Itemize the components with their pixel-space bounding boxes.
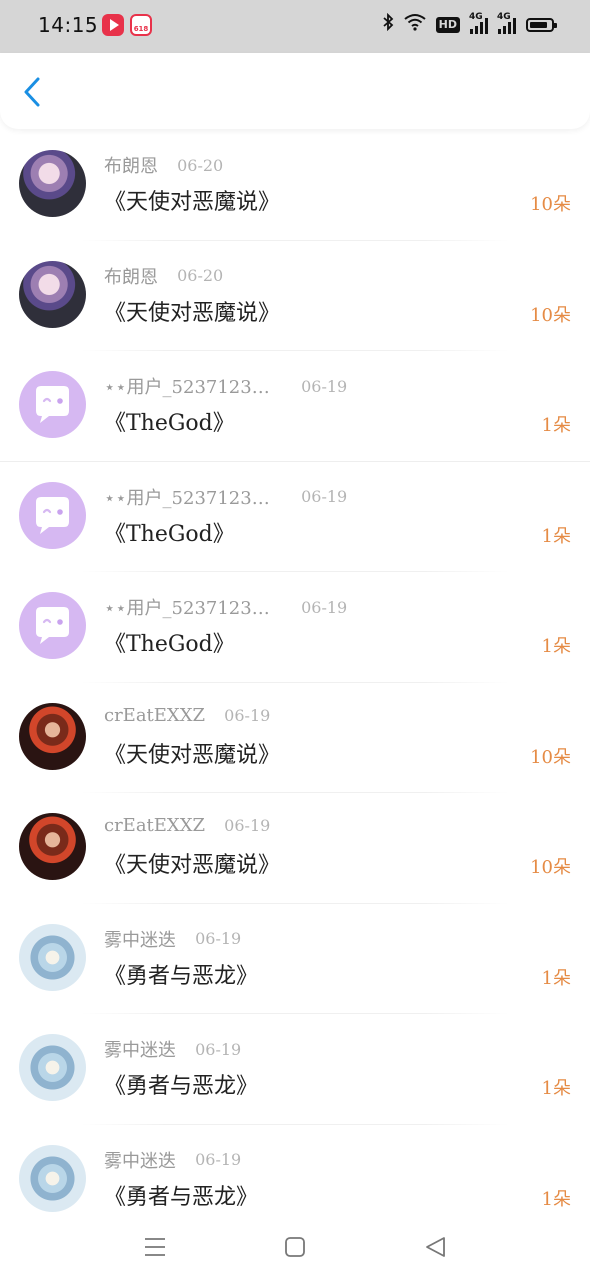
user-avatar[interactable] <box>19 260 86 328</box>
gift-record-row[interactable]: 雾中迷迭 06-19 《勇者与恶龙》 1朵 <box>0 904 590 1014</box>
home-button[interactable] <box>280 1232 310 1262</box>
flower-count: 1朵 <box>541 636 571 657</box>
user-name: ⋆⋆用户_5237123… <box>104 377 270 398</box>
gift-record-row[interactable]: 布朗恩 06-20 《天使对恶魔说》 10朵 <box>0 130 590 241</box>
signal-icon-sim1: 4G <box>469 12 488 34</box>
book-title: 《TheGod》 <box>104 632 235 657</box>
book-title: 《勇者与恶龙》 <box>104 1074 259 1099</box>
system-nav-bar <box>0 1212 590 1280</box>
user-avatar[interactable] <box>19 150 86 217</box>
gift-date: 06-19 <box>224 705 271 725</box>
user-avatar[interactable] <box>19 813 86 880</box>
gift-date: 06-19 <box>195 1150 242 1169</box>
user-avatar[interactable] <box>19 1144 86 1212</box>
back-button[interactable] <box>18 75 48 109</box>
user-name: 雾中迷迭 <box>104 1150 176 1172</box>
book-title: 《天使对恶魔说》 <box>104 742 281 768</box>
gift-record-row[interactable]: 雾中迷迭 06-19 《勇者与恶龙》 1朵 <box>0 1014 590 1125</box>
gift-date: 06-19 <box>301 597 348 617</box>
user-name: crEatEXXZ <box>104 815 206 836</box>
flower-count: 1朵 <box>541 415 571 436</box>
book-title: 《勇者与恶龙》 <box>104 963 259 989</box>
gift-date: 06-20 <box>177 155 224 175</box>
video-app-icon <box>102 14 124 36</box>
user-name: 雾中迷迭 <box>104 1040 176 1061</box>
gift-record-row[interactable]: crEatEXXZ 06-19 《天使对恶魔说》 10朵 <box>0 793 590 904</box>
status-icons: HD 4G 4G <box>382 12 557 38</box>
back-triangle-icon <box>426 1237 445 1257</box>
book-title: 《天使对恶魔说》 <box>104 853 281 878</box>
gift-record-row[interactable]: 布朗恩 06-20 《天使对恶魔说》 10朵 <box>0 241 590 351</box>
gift-date: 06-19 <box>224 816 271 835</box>
user-avatar[interactable] <box>19 592 86 659</box>
bluetooth-icon <box>382 12 394 38</box>
default-chat-bubble-icon <box>36 496 69 534</box>
flower-count: 1朵 <box>541 525 571 547</box>
flower-count: 1朵 <box>541 1188 571 1210</box>
back-nav-button[interactable] <box>421 1232 451 1262</box>
book-title: 《TheGod》 <box>104 521 235 547</box>
user-name: 布朗恩 <box>104 156 158 177</box>
gift-record-row[interactable]: crEatEXXZ 06-19 《天使对恶魔说》 10朵 <box>0 683 590 793</box>
hd-voice-icon: HD <box>435 17 460 33</box>
menu-button[interactable] <box>140 1232 170 1262</box>
top-nav-bar <box>0 53 590 129</box>
status-bar: 14:15 618 HD 4G 4G <box>0 0 590 53</box>
wifi-icon <box>404 13 426 38</box>
gift-date: 06-19 <box>195 1039 242 1059</box>
battery-icon <box>526 18 557 32</box>
signal-icon-sim2: 4G <box>497 12 516 34</box>
book-title: 《勇者与恶龙》 <box>104 1184 259 1210</box>
user-avatar[interactable] <box>19 371 86 438</box>
gift-record-row[interactable]: ⋆⋆用户_5237123… 06-19 《TheGod》 1朵 <box>0 351 590 462</box>
default-chat-bubble-icon <box>36 386 69 423</box>
user-name: ⋆⋆用户_5237123… <box>104 598 270 619</box>
gift-record-list: 布朗恩 06-20 《天使对恶魔说》 10朵 布朗恩 06-20 《天使对恶魔说… <box>0 130 590 1235</box>
shop-618-icon: 618 <box>130 14 152 36</box>
flower-count: 10朵 <box>530 194 571 215</box>
gift-record-row[interactable]: ⋆⋆用户_5237123… 06-19 《TheGod》 1朵 <box>0 462 590 572</box>
chevron-left-icon <box>24 77 40 107</box>
menu-icon <box>145 1238 165 1256</box>
user-avatar[interactable] <box>19 1034 86 1101</box>
flower-count: 10朵 <box>530 304 571 326</box>
user-name: 雾中迷迭 <box>104 929 176 951</box>
user-name: 布朗恩 <box>104 266 158 288</box>
gift-date: 06-19 <box>301 376 348 396</box>
gift-record-row[interactable]: ⋆⋆用户_5237123… 06-19 《TheGod》 1朵 <box>0 572 590 683</box>
flower-count: 10朵 <box>530 746 571 768</box>
user-name: ⋆⋆用户_5237123… <box>104 487 270 509</box>
user-avatar[interactable] <box>19 702 86 770</box>
book-title: 《天使对恶魔说》 <box>104 190 281 215</box>
home-square-icon <box>285 1237 305 1257</box>
flower-count: 1朵 <box>541 1078 571 1099</box>
flower-count: 1朵 <box>541 967 571 989</box>
status-time: 14:15 <box>38 13 99 37</box>
flower-count: 10朵 <box>530 857 571 878</box>
book-title: 《天使对恶魔说》 <box>104 300 281 326</box>
gift-date: 06-19 <box>195 929 242 948</box>
user-avatar[interactable] <box>19 923 86 991</box>
default-chat-bubble-icon <box>36 607 69 644</box>
user-avatar[interactable] <box>19 481 86 549</box>
gift-date: 06-19 <box>301 487 348 506</box>
book-title: 《TheGod》 <box>104 411 235 436</box>
gift-date: 06-20 <box>177 266 224 285</box>
user-name: crEatEXXZ <box>104 704 206 726</box>
